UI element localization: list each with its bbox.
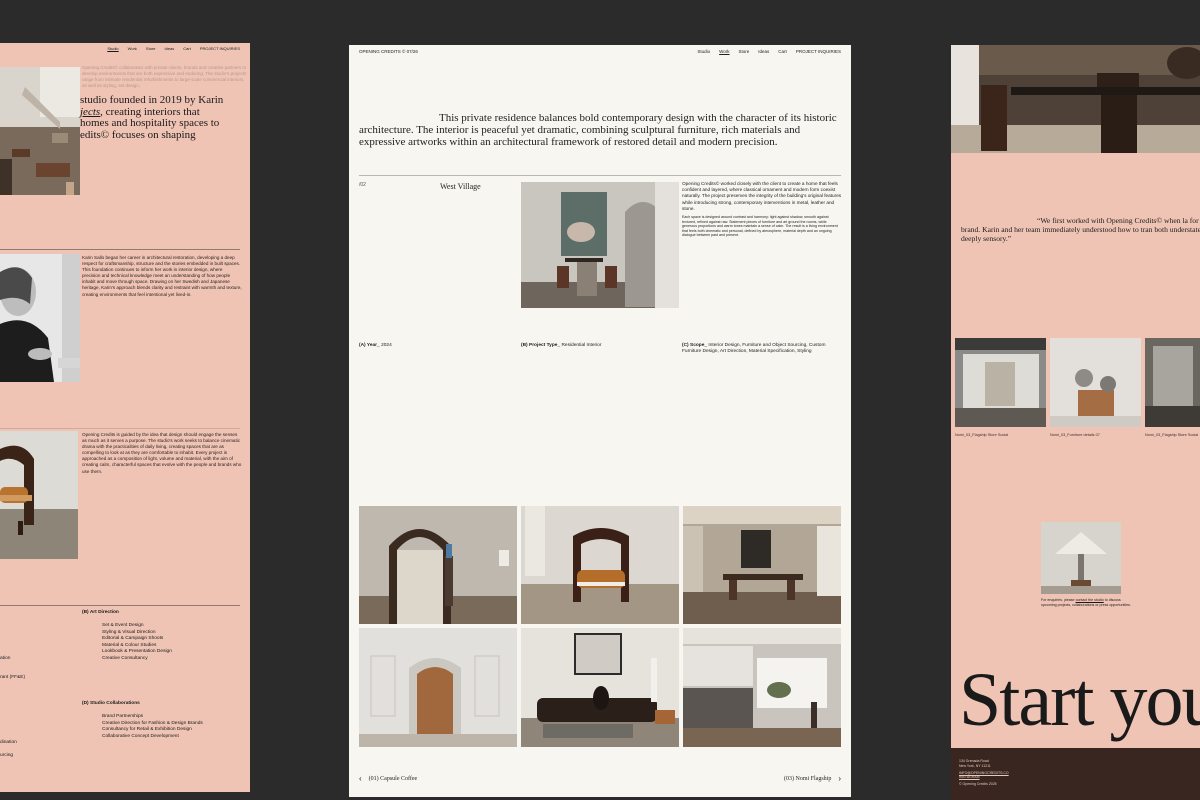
photo-caption: Nomi_03_Flagship Store Social [1145,433,1199,437]
divider [0,428,240,429]
meta-scope: (C) Scope_ Interior Design, Furniture an… [682,343,826,355]
divider [359,175,841,176]
left-page-preview: Studio Work Store Ideas Cart PROJECT INQ… [0,43,250,792]
faint-intro-text: Opening Credits© collaborates with priva… [82,65,247,88]
interior-photo [0,67,80,195]
cut-service-text: ation [0,656,11,661]
site-footer: 134 Grenada Road New York, NY 11211 INFO… [951,748,1200,800]
nav-store[interactable]: Store [146,46,156,51]
nav-studio[interactable]: Studio [107,46,118,51]
nav-store[interactable]: Store [739,49,750,54]
gallery-image-5[interactable] [521,628,679,747]
right-page-preview: “We first worked with Opening Credits© w… [951,45,1200,800]
center-nav: Studio Work Store Ideas Cart PROJECT INQ… [697,49,841,54]
divider [0,249,240,250]
start-headline: Start you [959,658,1200,742]
footer-info: 134 Grenada Road New York, NY 11211 INFO… [959,759,1009,787]
services-heading-studio-collaborations: (D) Studio Collaborations [82,701,140,706]
nav-cart[interactable]: Cart [183,46,191,51]
chair-photo [0,431,78,559]
cut-service-text: urcing [0,753,14,758]
studio-headline: studio founded in 2019 by Karin jects, c… [80,94,224,141]
nav-project-inquiries[interactable]: PROJECT INQUIRIES [200,46,240,51]
cut-service-text: rant (FF&E) [0,675,26,680]
nav-project-inquiries[interactable]: PROJECT INQUIRIES [796,49,841,54]
store-photo-1[interactable] [955,338,1046,427]
bio-text: Karin Sallo began her career in architec… [82,255,242,297]
nav-ideas[interactable]: Ideas [758,49,769,54]
lamp-photo [1041,522,1121,594]
meta-year: (A) Year_ 2024 [359,343,392,348]
site-logo[interactable]: OPENING CREDITS © 07/26 [359,49,418,54]
project-description-2: Each space is designed around contrast a… [682,215,838,238]
cut-service-text: dination [0,740,17,745]
left-nav: Studio Work Store Ideas Cart PROJECT INQ… [107,46,240,51]
project-intro: This private residence balances bold con… [359,112,837,148]
gallery-image-1[interactable] [359,506,517,624]
chevron-left-icon: ‹ [359,774,362,783]
nav-studio[interactable]: Studio [697,49,710,54]
gallery-image-6[interactable] [683,628,841,747]
meta-project-type: (B) Project Type_ Residential Interior [521,343,602,348]
services-heading-art-direction: (B) Art Direction [82,610,119,615]
divider [0,605,240,606]
philosophy-text: Opening Credits is guided by the idea th… [82,432,242,474]
prev-project-link[interactable]: ‹ (01) Capsule Coffee [359,774,417,783]
contact-studio-link[interactable]: contact the studio [1076,598,1104,602]
dining-room-photo [951,45,1200,153]
gallery-image-2[interactable] [521,506,679,624]
services-list-art-direction: Set & Event Design Styling & Visual Dire… [102,623,172,661]
photo-caption: Nomi_03_Flagship Store Social [955,433,1009,437]
enquiry-text: For enquiries, please contact the studio… [1041,598,1131,607]
store-photo-3[interactable] [1145,338,1200,427]
store-photo-2[interactable] [1050,338,1141,427]
hero-photo [521,182,679,308]
chevron-right-icon: › [838,774,841,783]
services-list-collaborations: Brand Partnerships Creative Direction fo… [102,714,203,739]
gallery-image-3[interactable] [683,506,841,624]
project-name: West Village [440,182,481,191]
portrait-photo [0,254,80,382]
center-page-preview: OPENING CREDITS © 07/26 Studio Work Stor… [349,45,851,797]
project-number: /02 [359,182,366,188]
gallery-image-4[interactable] [359,628,517,747]
nav-ideas[interactable]: Ideas [164,46,174,51]
photo-caption: Nomi_03_Furniture details 07 [1050,433,1100,437]
nav-work[interactable]: Work [719,49,729,54]
next-project-link[interactable]: (03) Nomi Flagship › [784,774,841,783]
testimonial-quote: “We first worked with Opening Credits© w… [961,216,1200,243]
nav-work[interactable]: Work [128,46,137,51]
nav-cart[interactable]: Cart [778,49,787,54]
project-description-1: Opening Credits© worked closely with the… [682,181,842,211]
